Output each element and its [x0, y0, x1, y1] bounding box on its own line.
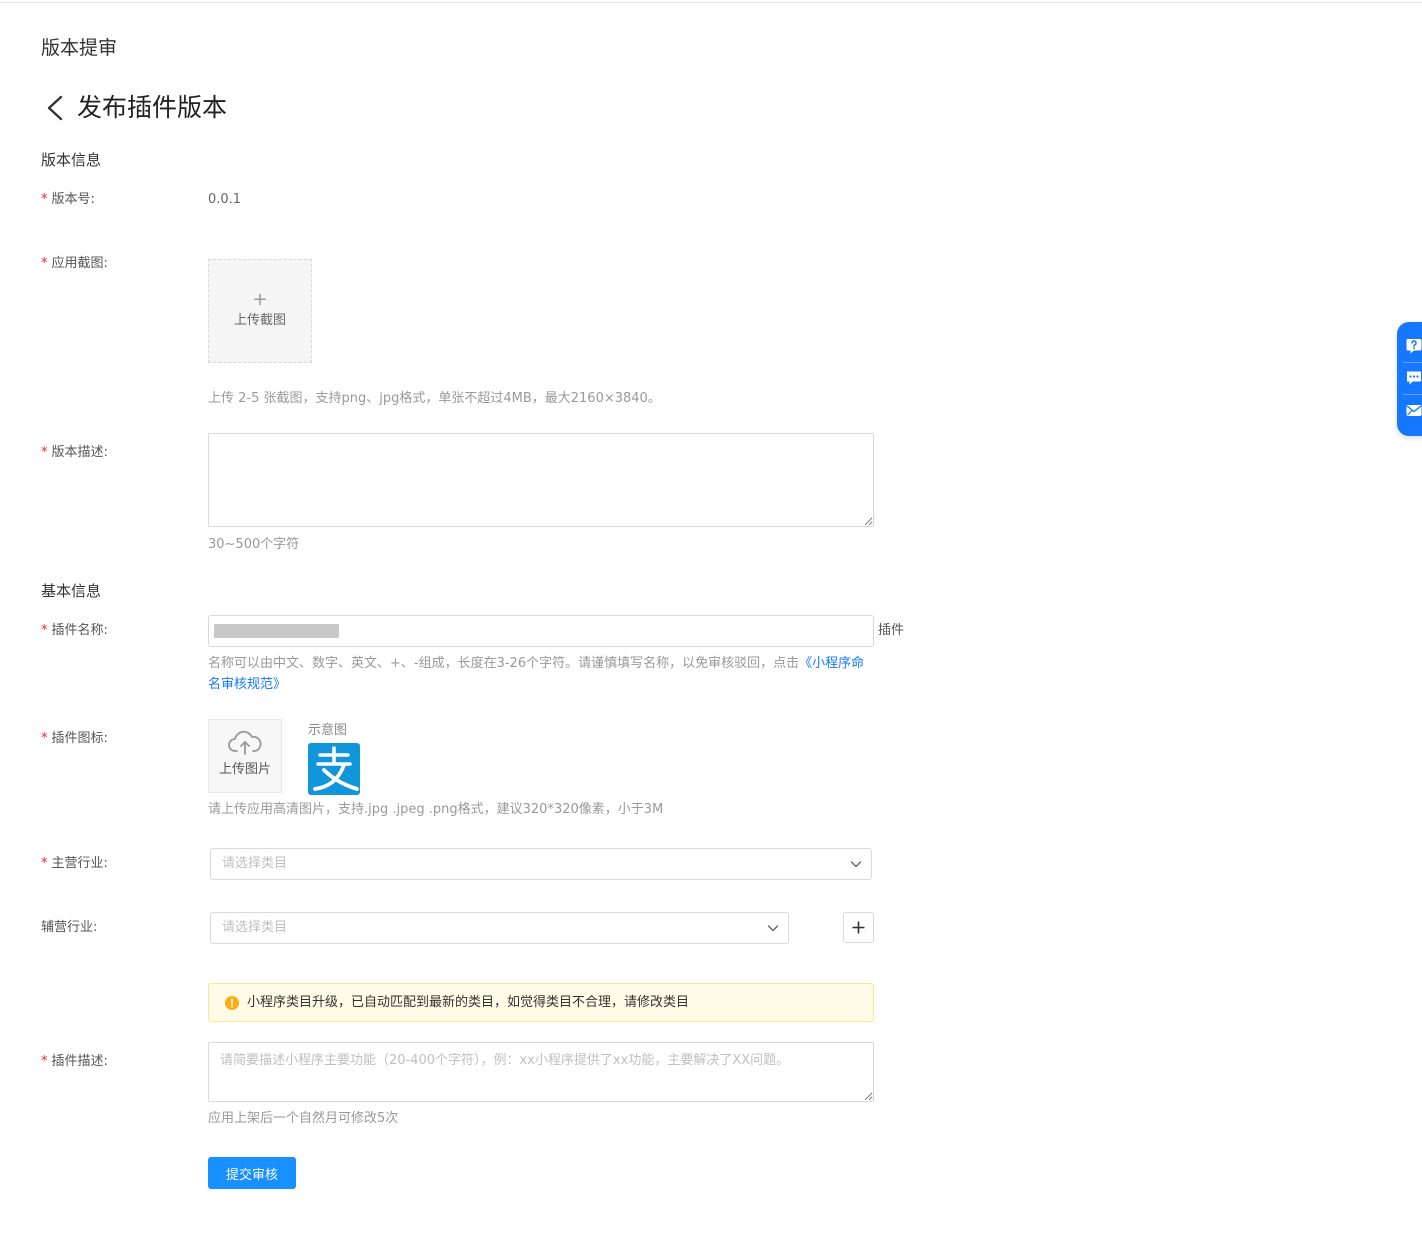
- main-industry-placeholder: 请选择类目: [222, 856, 288, 871]
- plugin-name-hint-text: 名称可以由中文、数字、英文、+、-组成，长度在3-26个字符。请谨慎填写名称，以…: [208, 656, 800, 671]
- sub-industry-placeholder: 请选择类目: [222, 920, 288, 935]
- required-mark: *: [41, 256, 48, 271]
- plugin-desc-label-text: 插件描述:: [51, 1054, 108, 1069]
- cloud-upload-icon: [228, 730, 262, 755]
- plugin-icon-hint: 请上传应用高清图片，支持.jpg .jpeg .png格式，建议320*320像…: [208, 802, 664, 817]
- plus-icon: +: [252, 289, 268, 310]
- toolbar-divider: [1403, 362, 1422, 363]
- main-industry-select[interactable]: 请选择类目: [210, 848, 872, 880]
- required-mark: *: [41, 1054, 48, 1069]
- plus-icon: [852, 921, 865, 934]
- main-industry-label: * 主营行业:: [41, 855, 108, 873]
- version-desc-textarea[interactable]: [208, 433, 874, 527]
- version-value: 0.0.1: [208, 192, 242, 207]
- plugin-icon-label-text: 插件图标:: [51, 731, 108, 746]
- category-upgrade-alert: 小程序类目升级，已自动匹配到最新的类目，如觉得类目不合理，请修改类目: [208, 983, 874, 1022]
- back-chevron-left-icon[interactable]: [41, 94, 67, 122]
- submit-review-button[interactable]: 提交审核: [208, 1157, 296, 1189]
- chat-icon[interactable]: [1405, 369, 1422, 387]
- version-desc-label: * 版本描述:: [41, 444, 108, 462]
- plugin-desc-label: * 插件描述:: [41, 1053, 108, 1071]
- form-title: 发布插件版本: [77, 93, 228, 122]
- section-title-basic-info: 基本信息: [41, 582, 102, 600]
- alipay-glyph: [313, 746, 359, 791]
- top-divider: [0, 2, 1422, 3]
- plugin-icon-label: * 插件图标:: [41, 730, 108, 748]
- required-mark: *: [41, 623, 48, 638]
- sub-industry-label: 辅营行业:: [41, 919, 97, 937]
- required-mark: *: [41, 192, 48, 207]
- chevron-down-icon: [767, 925, 779, 932]
- sub-industry-label-text: 辅营行业:: [41, 920, 98, 935]
- required-mark: *: [41, 856, 48, 871]
- upload-icon-button[interactable]: 上传图片: [208, 719, 282, 793]
- section-title-version-info: 版本信息: [41, 151, 102, 169]
- version-label-text: 版本号:: [51, 192, 95, 207]
- exclamation-circle-icon: [225, 996, 239, 1010]
- plugin-name-label: * 插件名称:: [41, 622, 108, 640]
- screenshot-hint: 上传 2-5 张截图，支持png、jpg格式，单张不超过4MB，最大2160×3…: [208, 391, 661, 406]
- required-mark: *: [41, 445, 48, 460]
- plugin-desc-textarea[interactable]: [208, 1042, 874, 1102]
- upload-screenshot-button[interactable]: + 上传截图: [208, 259, 312, 363]
- version-desc-hint: 30~500个字符: [208, 537, 300, 552]
- screenshot-label-text: 应用截图:: [51, 256, 108, 271]
- chevron-down-icon: [850, 861, 862, 868]
- upload-screenshot-label: 上传截图: [233, 313, 286, 328]
- redacted-name-value: [214, 624, 339, 638]
- version-label: * 版本号:: [41, 191, 95, 209]
- upload-icon-label: 上传图片: [218, 762, 271, 777]
- plugin-name-hint: 名称可以由中文、数字、英文、+、-组成，长度在3-26个字符。请谨慎填写名称，以…: [208, 653, 874, 695]
- alert-message: 小程序类目升级，已自动匹配到最新的类目，如觉得类目不合理，请修改类目: [247, 995, 690, 1010]
- plugin-name-input[interactable]: [208, 615, 874, 647]
- sub-industry-select[interactable]: 请选择类目: [210, 912, 789, 944]
- plugin-desc-hint: 应用上架后一个自然月可修改5次: [208, 1111, 399, 1126]
- toolbar-divider: [1403, 394, 1422, 395]
- required-mark: *: [41, 731, 48, 746]
- plugin-name-label-text: 插件名称:: [51, 623, 108, 638]
- plugin-name-suffix: 插件: [878, 623, 905, 638]
- main-industry-label-text: 主营行业:: [51, 856, 108, 871]
- question-icon[interactable]: [1405, 337, 1422, 355]
- floating-toolbar: [1397, 322, 1422, 436]
- page-title: 版本提审: [41, 37, 118, 59]
- alipay-logo-icon: [308, 743, 360, 795]
- add-sub-industry-button[interactable]: [843, 912, 874, 943]
- version-desc-label-text: 版本描述:: [51, 445, 108, 460]
- icon-sample-label: 示意图: [308, 723, 348, 738]
- screenshot-label: * 应用截图:: [41, 255, 108, 273]
- mail-icon[interactable]: [1405, 401, 1422, 419]
